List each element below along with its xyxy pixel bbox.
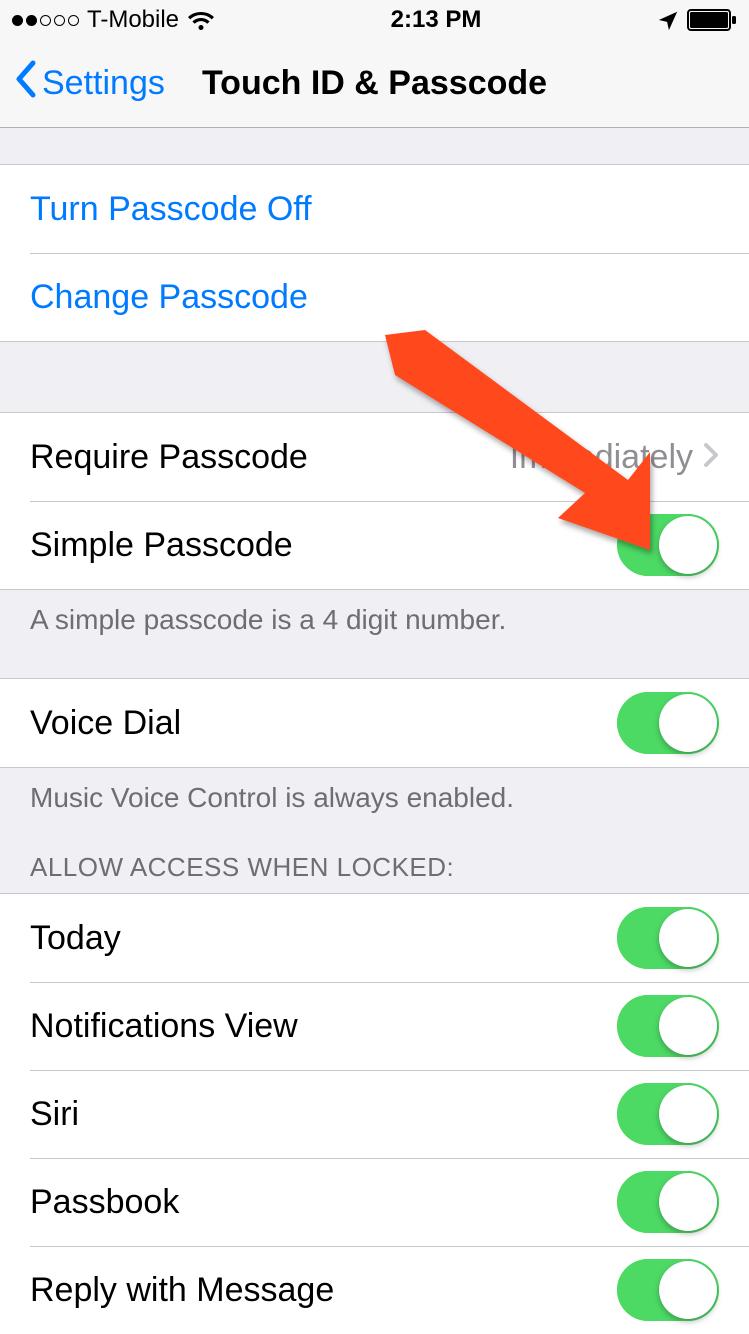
group-passcode-actions: Turn Passcode Off Change Passcode	[0, 164, 749, 342]
back-label: Settings	[42, 64, 165, 103]
battery-icon	[687, 9, 737, 31]
reply-with-message-toggle[interactable]	[617, 1259, 719, 1321]
back-button[interactable]: Settings	[14, 60, 165, 107]
carrier-label: T-Mobile	[87, 6, 179, 34]
simple-passcode-row: Simple Passcode	[0, 501, 749, 589]
turn-passcode-off-button[interactable]: Turn Passcode Off	[0, 165, 749, 253]
chevron-left-icon	[14, 60, 36, 107]
group-footer: Music Voice Control is always enabled.	[0, 768, 749, 822]
notifications-view-toggle[interactable]	[617, 995, 719, 1057]
group-footer: A simple passcode is a 4 digit number.	[0, 590, 749, 644]
signal-strength-icon	[12, 15, 79, 26]
group-allow-access: Today Notifications View Siri Passbook R…	[0, 893, 749, 1334]
cell-label: Turn Passcode Off	[30, 190, 312, 229]
siri-row: Siri	[0, 1070, 749, 1158]
status-bar: T-Mobile 2:13 PM	[0, 0, 749, 40]
today-row: Today	[0, 894, 749, 982]
cell-label: Voice Dial	[30, 704, 181, 743]
chevron-right-icon	[703, 438, 719, 477]
group-voice-dial: Voice Dial	[0, 678, 749, 768]
today-toggle[interactable]	[617, 907, 719, 969]
simple-passcode-toggle[interactable]	[617, 514, 719, 576]
change-passcode-button[interactable]: Change Passcode	[0, 253, 749, 341]
location-icon	[657, 9, 679, 31]
cell-label: Notifications View	[30, 1007, 298, 1046]
nav-bar: Settings Touch ID & Passcode	[0, 40, 749, 128]
cell-label: Require Passcode	[30, 438, 308, 477]
cell-label: Today	[30, 919, 121, 958]
notifications-view-row: Notifications View	[0, 982, 749, 1070]
cell-label: Reply with Message	[30, 1271, 334, 1310]
status-left: T-Mobile	[12, 6, 215, 34]
wifi-icon	[187, 10, 215, 30]
cell-label: Change Passcode	[30, 278, 308, 317]
cell-label: Siri	[30, 1095, 79, 1134]
cell-value: Immediately	[510, 438, 719, 477]
require-passcode-row[interactable]: Require Passcode Immediately	[0, 413, 749, 501]
voice-dial-toggle[interactable]	[617, 692, 719, 754]
siri-toggle[interactable]	[617, 1083, 719, 1145]
status-time: 2:13 PM	[391, 6, 482, 34]
group-passcode-options: Require Passcode Immediately Simple Pass…	[0, 412, 749, 590]
group-header: ALLOW ACCESS WHEN LOCKED:	[0, 822, 749, 893]
passbook-toggle[interactable]	[617, 1171, 719, 1233]
content: Turn Passcode Off Change Passcode Requir…	[0, 128, 749, 1334]
status-right	[657, 9, 737, 31]
reply-with-message-row: Reply with Message	[0, 1246, 749, 1334]
cell-label: Simple Passcode	[30, 526, 293, 565]
voice-dial-row: Voice Dial	[0, 679, 749, 767]
passbook-row: Passbook	[0, 1158, 749, 1246]
cell-label: Passbook	[30, 1183, 179, 1222]
